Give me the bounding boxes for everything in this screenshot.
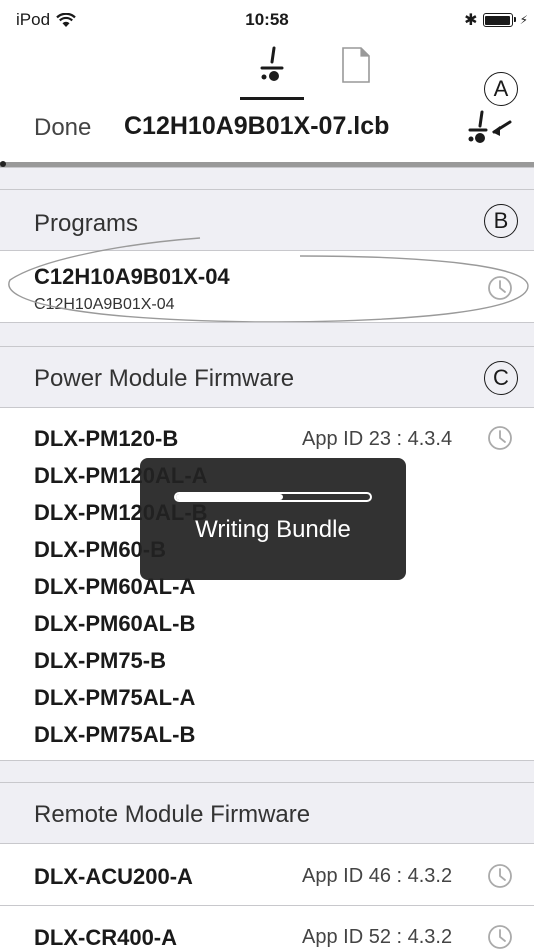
- programs-title: Programs: [34, 210, 139, 237]
- remote-row[interactable]: DLX-CR400-A App ID 52 : 4.3.2: [0, 907, 534, 951]
- marker-c: C: [484, 361, 518, 395]
- file-title: C12H10A9B01X-07.lcb: [124, 112, 390, 140]
- load-to-chair-icon: [468, 110, 512, 143]
- document-icon: [342, 47, 370, 83]
- program-subtitle: C12H10A9B01X-04: [34, 296, 175, 313]
- load-to-chair-button[interactable]: [462, 104, 516, 150]
- charging-icon: ⚡: [519, 13, 528, 27]
- section-spacer: [0, 167, 534, 189]
- marker-b: B: [484, 204, 518, 238]
- app-id-label: App ID 46 : 4.3.2: [302, 865, 453, 887]
- writing-bundle-toast: Writing Bundle: [140, 458, 406, 580]
- view-tabs: [0, 42, 534, 102]
- toast-label: Writing Bundle: [195, 516, 351, 543]
- section-spacer: [0, 760, 534, 782]
- status-bar: iPod 10:58 ✱ ⚡: [0, 0, 534, 40]
- programs-header: Programs B: [0, 189, 534, 251]
- remote-name: DLX-CR400-A: [34, 925, 178, 950]
- clock-icon[interactable]: [486, 274, 514, 302]
- tab-document[interactable]: [336, 46, 376, 90]
- clock-icon[interactable]: [486, 923, 514, 951]
- toast-progress-bar: [174, 492, 372, 502]
- list-item: DLX-PM60AL-B: [34, 611, 196, 636]
- tab-wheelchair[interactable]: [240, 42, 304, 100]
- list-item: DLX-PM75AL-A: [34, 685, 196, 710]
- wheelchair-icon: [260, 46, 284, 81]
- toast-progress-fill: [176, 494, 283, 500]
- navigation-bar: Done C12H10A9B01X-07.lcb: [0, 100, 534, 160]
- clock-icon[interactable]: [486, 862, 514, 890]
- bluetooth-icon: ✱: [464, 12, 478, 29]
- remote-row[interactable]: DLX-ACU200-A App ID 46 : 4.3.2: [0, 846, 534, 906]
- section-spacer: [0, 322, 534, 346]
- program-name: C12H10A9B01X-04: [34, 264, 230, 289]
- list-item: DLX-PM75AL-B: [34, 722, 196, 747]
- status-right: ✱ ⚡: [464, 10, 528, 30]
- list-item: DLX-PM120-B: [34, 426, 179, 451]
- clock-icon[interactable]: [486, 424, 514, 452]
- remote-module-title: Remote Module Firmware: [34, 801, 311, 828]
- battery-icon: [482, 13, 516, 27]
- remote-name: DLX-ACU200-A: [34, 864, 193, 889]
- list-item: DLX-PM75-B: [34, 648, 167, 673]
- remote-module-header: Remote Module Firmware: [0, 782, 534, 844]
- app-id-label: App ID 23 : 4.3.4: [302, 428, 453, 450]
- program-row[interactable]: C12H10A9B01X-04 C12H10A9B01X-04: [0, 252, 534, 322]
- done-button[interactable]: Done: [34, 114, 91, 142]
- app-id-label: App ID 52 : 4.3.2: [302, 926, 453, 948]
- power-module-header: Power Module Firmware C: [0, 346, 534, 408]
- status-time: 10:58: [245, 10, 289, 29]
- power-module-title: Power Module Firmware: [34, 365, 295, 392]
